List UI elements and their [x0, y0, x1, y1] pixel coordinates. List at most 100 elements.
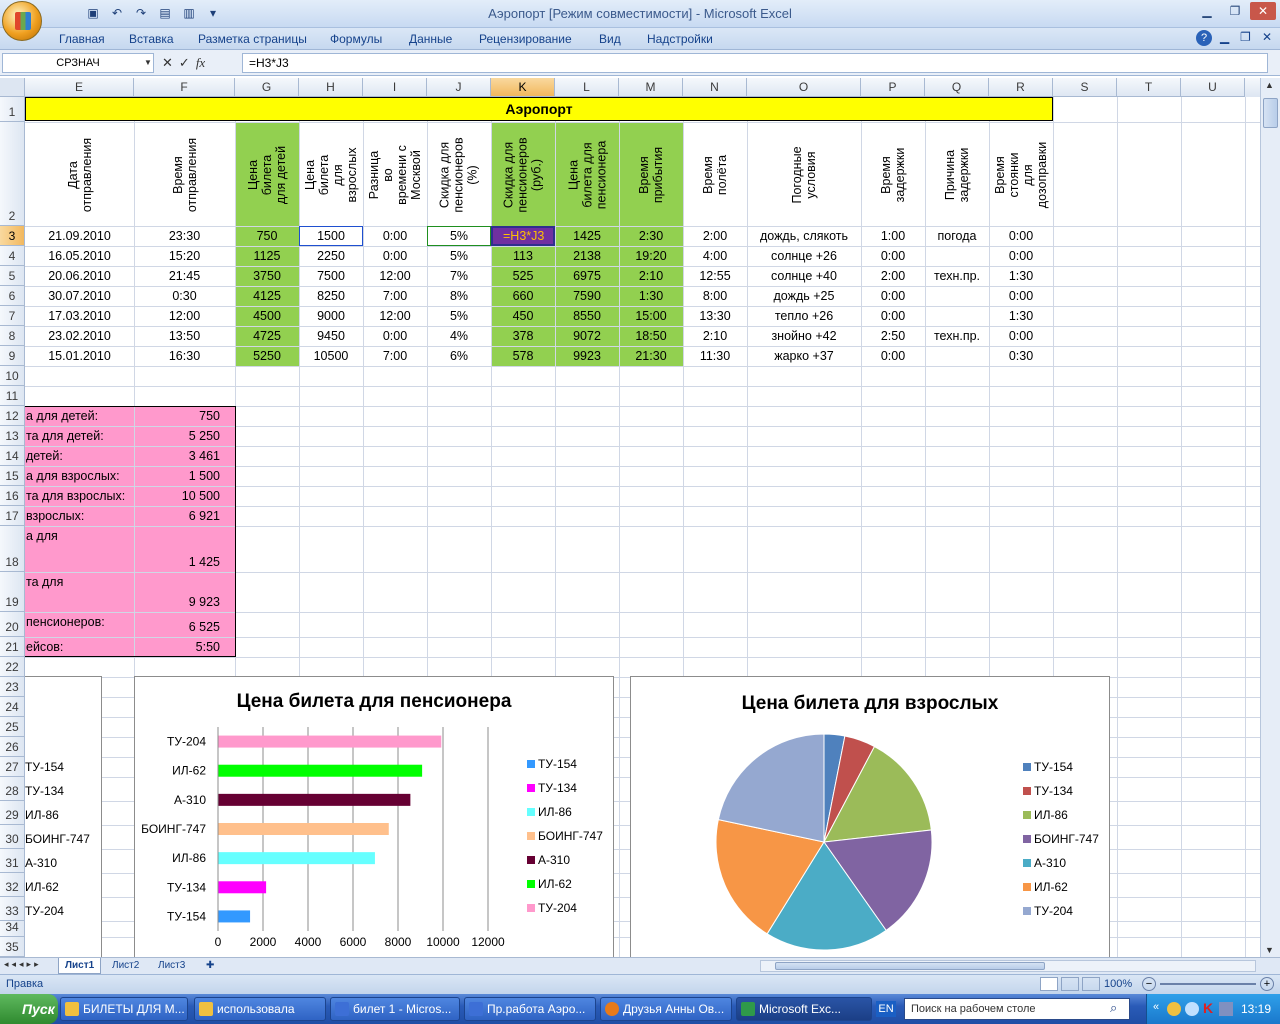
table-cell[interactable]: 2250 [299, 246, 363, 266]
table-cell[interactable]: 0:00 [861, 306, 925, 326]
table-cell[interactable]: 16:30 [134, 346, 235, 366]
row-header[interactable]: 28 [0, 777, 25, 801]
minimize-icon[interactable]: ▁ [1194, 2, 1220, 20]
sheet-tab[interactable]: Лист2 [106, 958, 145, 974]
taskbar-item[interactable]: использовала [194, 997, 326, 1021]
row-header[interactable]: 18 [0, 526, 25, 572]
stat-value[interactable]: 1 425 [145, 555, 220, 569]
taskbar-item[interactable]: билет 1 - Micros... [330, 997, 460, 1021]
stat-value[interactable]: 9 923 [145, 595, 220, 609]
table-cell[interactable]: 0:00 [989, 246, 1053, 266]
row-header[interactable]: 34 [0, 920, 25, 937]
table-cell[interactable]: 9450 [299, 326, 363, 346]
table-cell[interactable]: 12:00 [134, 306, 235, 326]
table-cell[interactable]: 0:00 [989, 326, 1053, 346]
table-cell[interactable]: 19:20 [619, 246, 683, 266]
row-header[interactable]: 3 [0, 226, 25, 246]
formula-input[interactable]: =H3*J3 [242, 53, 1268, 73]
start-button[interactable]: Пуск [0, 994, 58, 1024]
row-header[interactable]: 4 [0, 246, 25, 266]
table-cell[interactable]: 21:45 [134, 266, 235, 286]
table-cell[interactable]: 525 [491, 266, 555, 286]
print-preview-icon[interactable]: ▤ [156, 4, 174, 22]
worksheet-grid[interactable]: Аэропорт Дата отправления Время отправле… [25, 97, 1260, 957]
table-cell[interactable]: 9000 [299, 306, 363, 326]
insert-function-icon[interactable]: fx [196, 55, 205, 71]
desktop-search-input[interactable]: Поиск на рабочем столе [904, 998, 1130, 1020]
stat-label[interactable]: а для [26, 529, 58, 543]
table-cell[interactable]: 12:00 [363, 306, 427, 326]
table-cell[interactable]: 0:00 [861, 346, 925, 366]
header-cell[interactable]: Время полёта [683, 123, 747, 226]
sheet-tab[interactable]: Лист1 [58, 958, 102, 974]
row-header[interactable]: 23 [0, 677, 25, 697]
table-cell[interactable]: 660 [491, 286, 555, 306]
bar[interactable] [218, 852, 375, 865]
stat-value[interactable]: 3 461 [145, 449, 220, 463]
column-header[interactable]: G [235, 78, 299, 97]
table-cell[interactable]: 0:00 [363, 226, 427, 246]
table-cell[interactable]: 10500 [299, 346, 363, 366]
table-cell[interactable]: 30.07.2010 [25, 286, 134, 306]
row-header[interactable]: 1 [0, 97, 25, 122]
column-header[interactable]: M [619, 78, 683, 97]
search-icon[interactable]: ⌕ [1110, 1000, 1117, 1016]
table-cell[interactable]: техн.пр. [925, 326, 989, 346]
table-cell[interactable]: 12:00 [363, 266, 427, 286]
row-header[interactable]: 19 [0, 572, 25, 612]
customize-toolbar-icon[interactable]: ▾ [204, 4, 222, 22]
scroll-thumb[interactable] [775, 962, 1045, 970]
column-header[interactable]: H [299, 78, 363, 97]
tray-antivirus-icon[interactable]: K [1203, 1000, 1213, 1016]
table-cell[interactable]: дождь +25 [747, 286, 861, 306]
row-header[interactable]: 29 [0, 801, 25, 825]
office-button[interactable] [2, 1, 42, 41]
table-cell[interactable]: 21.09.2010 [25, 226, 134, 246]
table-cell[interactable]: 17.03.2010 [25, 306, 134, 326]
header-cell[interactable]: Скидка для пенсионеров (%) [427, 123, 491, 226]
table-cell[interactable]: 2:00 [861, 266, 925, 286]
stat-label[interactable]: детей: [26, 449, 63, 463]
row-header[interactable]: 27 [0, 757, 25, 777]
row-header[interactable]: 26 [0, 737, 25, 757]
language-indicator[interactable]: EN [876, 1001, 896, 1017]
row-header[interactable]: 33 [0, 897, 25, 921]
table-cell[interactable]: 1:30 [989, 306, 1053, 326]
table-cell[interactable]: 7% [427, 266, 491, 286]
row-header[interactable]: 11 [0, 386, 25, 406]
column-header[interactable]: N [683, 78, 747, 97]
page-break-view-icon[interactable] [1082, 977, 1100, 991]
bar[interactable] [218, 764, 423, 777]
table-cell[interactable]: 15:00 [619, 306, 683, 326]
row-header[interactable]: 32 [0, 873, 25, 897]
table-cell[interactable]: техн.пр. [925, 266, 989, 286]
tab-review[interactable]: Рецензирование [479, 32, 572, 46]
sheet-nav-icon[interactable]: ◂◂◂▸▸ [4, 959, 42, 970]
table-cell[interactable]: погода [925, 226, 989, 246]
stat-label[interactable]: та для взрослых: [26, 489, 125, 503]
table-cell[interactable]: 23.02.2010 [25, 326, 134, 346]
column-header[interactable]: U [1181, 78, 1245, 97]
table-cell[interactable]: 7590 [555, 286, 619, 306]
row-header[interactable]: 13 [0, 426, 25, 446]
table-cell[interactable]: 0:00 [989, 286, 1053, 306]
stat-value[interactable]: 5:50 [145, 640, 220, 654]
table-cell[interactable]: 4500 [235, 306, 299, 326]
table-cell[interactable]: 2138 [555, 246, 619, 266]
table-cell[interactable] [925, 306, 989, 326]
table-cell[interactable]: 18:50 [619, 326, 683, 346]
tray-app-icon[interactable] [1167, 1002, 1181, 1016]
table-cell[interactable]: 7500 [299, 266, 363, 286]
header-cell[interactable]: Время прибытия [619, 123, 683, 226]
table-cell[interactable]: 6975 [555, 266, 619, 286]
table-cell[interactable]: 15.01.2010 [25, 346, 134, 366]
save-icon[interactable]: ▣ [84, 4, 102, 22]
bar[interactable] [218, 735, 442, 748]
header-cell[interactable]: Погодные условия [747, 123, 861, 226]
table-cell[interactable]: 20.06.2010 [25, 266, 134, 286]
table-cell[interactable]: 5% [427, 246, 491, 266]
tab-insert[interactable]: Вставка [129, 32, 174, 46]
tab-data[interactable]: Данные [409, 32, 452, 46]
table-cell[interactable]: 7:00 [363, 346, 427, 366]
column-header[interactable]: R [989, 78, 1053, 97]
